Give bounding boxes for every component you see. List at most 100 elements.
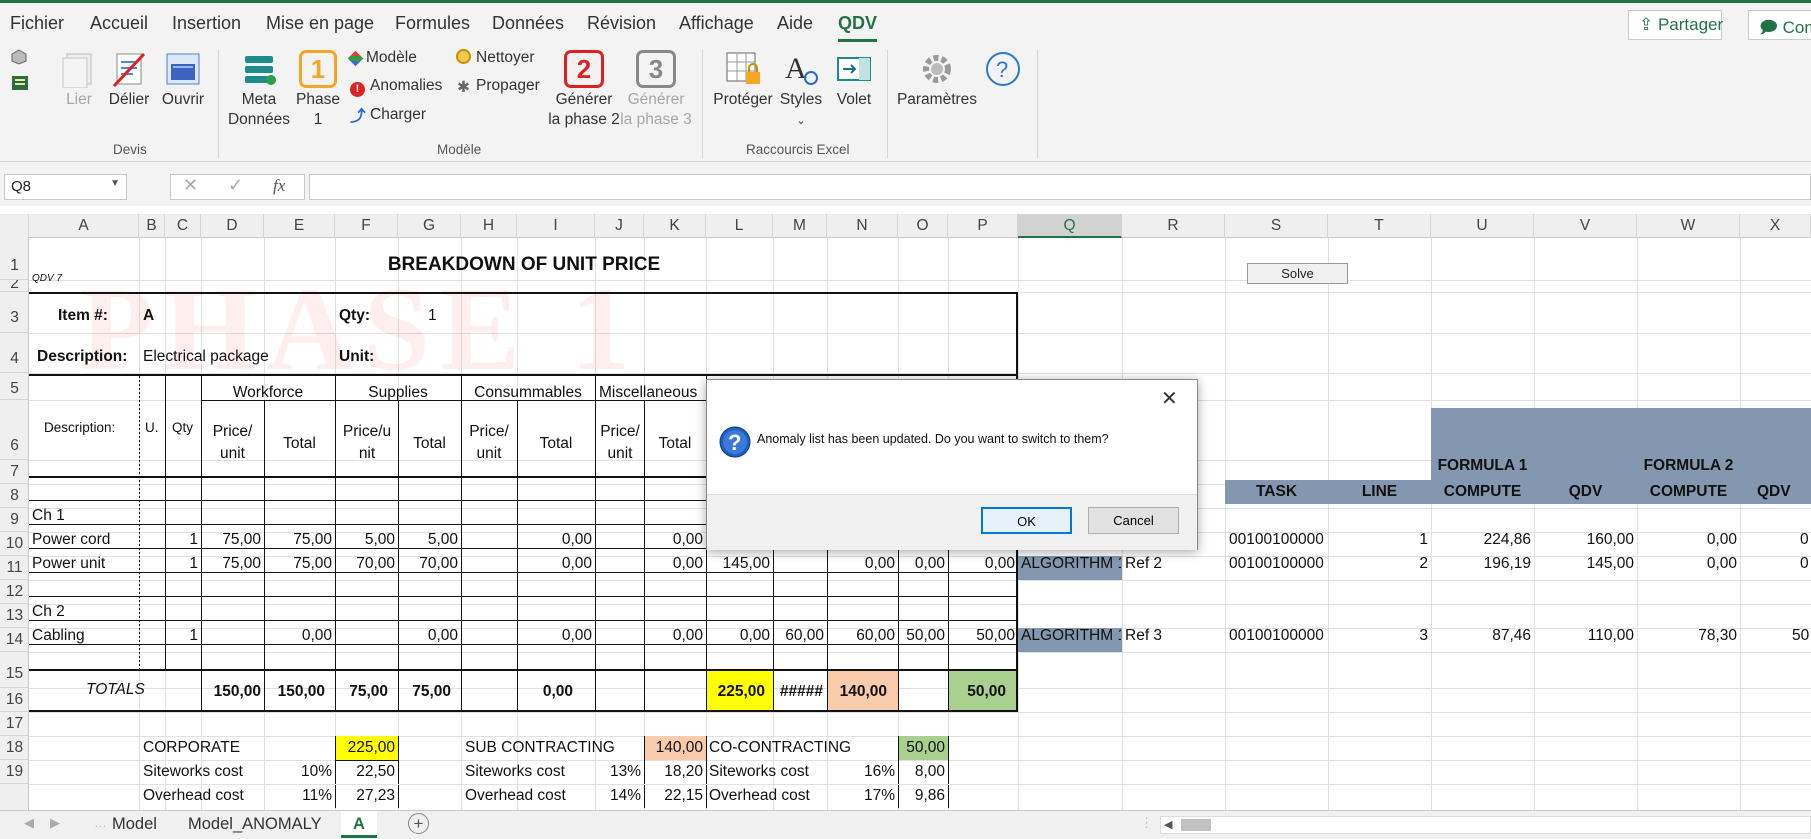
column-header[interactable]: M xyxy=(773,214,827,238)
tab-accueil[interactable]: Accueil xyxy=(90,13,148,34)
nettoyer-button[interactable]: Nettoyer xyxy=(456,47,535,69)
row-header[interactable]: 19 xyxy=(0,760,29,784)
lier-button[interactable]: Lier xyxy=(58,50,100,110)
row-header[interactable]: 15 xyxy=(0,652,29,688)
scroll-left-icon[interactable]: ◀ xyxy=(1164,818,1172,831)
sheet-tab-model-anomaly[interactable]: Model_ANOMALY xyxy=(176,811,334,838)
share-button[interactable]: ⇪ Partager xyxy=(1628,10,1723,40)
scroll-grip-icon[interactable]: ⋮ xyxy=(1140,815,1153,831)
tab-formules[interactable]: Formules xyxy=(395,13,470,34)
phase1-button[interactable]: 1 Phase 1 xyxy=(295,50,341,130)
column-header[interactable]: H xyxy=(461,214,517,238)
row-header[interactable]: 14 xyxy=(0,628,29,652)
tab-affichage[interactable]: Affichage xyxy=(679,13,754,34)
column-header[interactable]: B xyxy=(139,214,165,238)
tab-aide[interactable]: Aide xyxy=(777,13,813,34)
enter-icon[interactable]: ✓ xyxy=(228,175,243,196)
row-header[interactable]: 9 xyxy=(0,508,29,532)
row-header[interactable]: 16 xyxy=(0,688,29,712)
horizontal-scrollbar[interactable]: ◀ xyxy=(1160,816,1811,834)
formula-input[interactable] xyxy=(309,174,1811,200)
row-header[interactable]: 8 xyxy=(0,484,29,508)
close-icon[interactable]: ✕ xyxy=(1161,386,1178,411)
scroll-thumb[interactable] xyxy=(1181,819,1211,831)
generer-phase2-button[interactable]: 2 Générer la phase 2 xyxy=(548,50,620,130)
charger-button[interactable]: ⤴ Charger xyxy=(350,104,426,126)
column-header[interactable]: L xyxy=(706,214,773,238)
phase1-icon: 1 xyxy=(299,50,337,88)
sheet-tab-a[interactable]: A xyxy=(341,811,377,838)
tab-fichier[interactable]: Fichier xyxy=(10,13,64,34)
meta-donnees-button[interactable]: Meta Données xyxy=(226,50,292,130)
sheet-tab-model[interactable]: Model xyxy=(100,811,169,838)
column-header[interactable]: V xyxy=(1534,214,1637,238)
excel-grid-icon[interactable] xyxy=(11,75,29,91)
row-header[interactable]: 10 xyxy=(0,532,29,556)
select-all-corner[interactable] xyxy=(0,214,29,238)
comments-button[interactable]: 🗩 Com xyxy=(1748,10,1811,40)
column-header[interactable]: U xyxy=(1431,214,1534,238)
volet-button[interactable]: Volet xyxy=(832,50,876,110)
column-header[interactable]: G xyxy=(398,214,461,238)
row-header[interactable]: 4 xyxy=(0,333,29,373)
column-header[interactable]: C xyxy=(165,214,201,238)
cube-icon[interactable] xyxy=(11,49,27,65)
column-header[interactable]: E xyxy=(264,214,335,238)
row-header[interactable]: 18 xyxy=(0,736,29,760)
ouvrir-button[interactable]: Ouvrir xyxy=(160,50,206,110)
ok-button[interactable]: OK xyxy=(981,507,1072,534)
column-header[interactable]: P xyxy=(948,214,1018,238)
column-header[interactable]: K xyxy=(644,214,706,238)
header-price-unit: Price/ unit xyxy=(469,423,509,462)
row-header[interactable]: 12 xyxy=(0,580,29,604)
column-header[interactable]: I xyxy=(517,214,595,238)
row-header[interactable]: 7 xyxy=(0,460,29,484)
column-header[interactable]: D xyxy=(201,214,264,238)
column-header[interactable]: F xyxy=(335,214,398,238)
row-header[interactable]: 17 xyxy=(0,712,29,736)
column-header[interactable]: A xyxy=(29,214,139,238)
column-header[interactable]: T xyxy=(1328,214,1431,238)
column-header[interactable]: J xyxy=(595,214,644,238)
column-header[interactable]: W xyxy=(1637,214,1740,238)
row-header[interactable]: 3 xyxy=(0,292,29,333)
tab-revision[interactable]: Révision xyxy=(587,13,656,34)
delier-button[interactable]: Délier xyxy=(107,50,151,110)
column-header-selected[interactable]: Q xyxy=(1018,214,1122,238)
cancel-button[interactable]: Cancel xyxy=(1088,507,1179,534)
prev-sheet-icon[interactable]: ◀ xyxy=(24,815,34,831)
styles-button[interactable]: A Styles ⌄ xyxy=(776,50,826,131)
open-folder-icon xyxy=(166,53,200,85)
tab-qdv[interactable]: QDV xyxy=(838,13,878,42)
tab-donnees[interactable]: Données xyxy=(492,13,564,34)
anomalies-button[interactable]: ! Anomalies xyxy=(350,75,442,97)
row-header[interactable]: 6 xyxy=(0,400,29,460)
name-box[interactable]: Q8 ▼ xyxy=(4,174,127,200)
next-sheet-icon[interactable]: ▶ xyxy=(50,815,60,831)
cancel-icon[interactable]: ✕ xyxy=(183,175,198,196)
row-header[interactable]: 13 xyxy=(0,604,29,628)
generer-phase3-button[interactable]: 3 Générer la phase 3 xyxy=(620,50,692,130)
row-header[interactable]: 11 xyxy=(0,556,29,580)
parametres-button[interactable]: Paramètres xyxy=(893,50,981,110)
add-sheet-icon[interactable]: + xyxy=(408,813,429,834)
tab-insertion[interactable]: Insertion xyxy=(172,13,241,34)
row-header[interactable]: 1 xyxy=(0,238,29,280)
column-header[interactable]: S xyxy=(1225,214,1328,238)
description-value: Electrical package xyxy=(143,348,269,365)
function-icon[interactable]: fx xyxy=(273,176,285,196)
solve-button[interactable]: Solve xyxy=(1247,263,1348,284)
help-button[interactable]: ? xyxy=(983,50,1023,90)
propager-button[interactable]: ✱ Propager xyxy=(456,75,540,97)
row-header[interactable]: 2 xyxy=(0,280,29,292)
column-header[interactable]: O xyxy=(898,214,948,238)
row-header[interactable]: 5 xyxy=(0,373,29,400)
proteger-button[interactable]: Protéger xyxy=(710,50,776,110)
ribbon-separator xyxy=(887,50,888,158)
column-header[interactable]: X xyxy=(1740,214,1811,238)
modele-button[interactable]: Modèle xyxy=(347,47,417,69)
tab-mise-en-page[interactable]: Mise en page xyxy=(266,13,374,34)
column-header[interactable]: N xyxy=(827,214,898,238)
chapter-label: Ch 2 xyxy=(32,603,65,620)
column-header[interactable]: R xyxy=(1122,214,1225,238)
